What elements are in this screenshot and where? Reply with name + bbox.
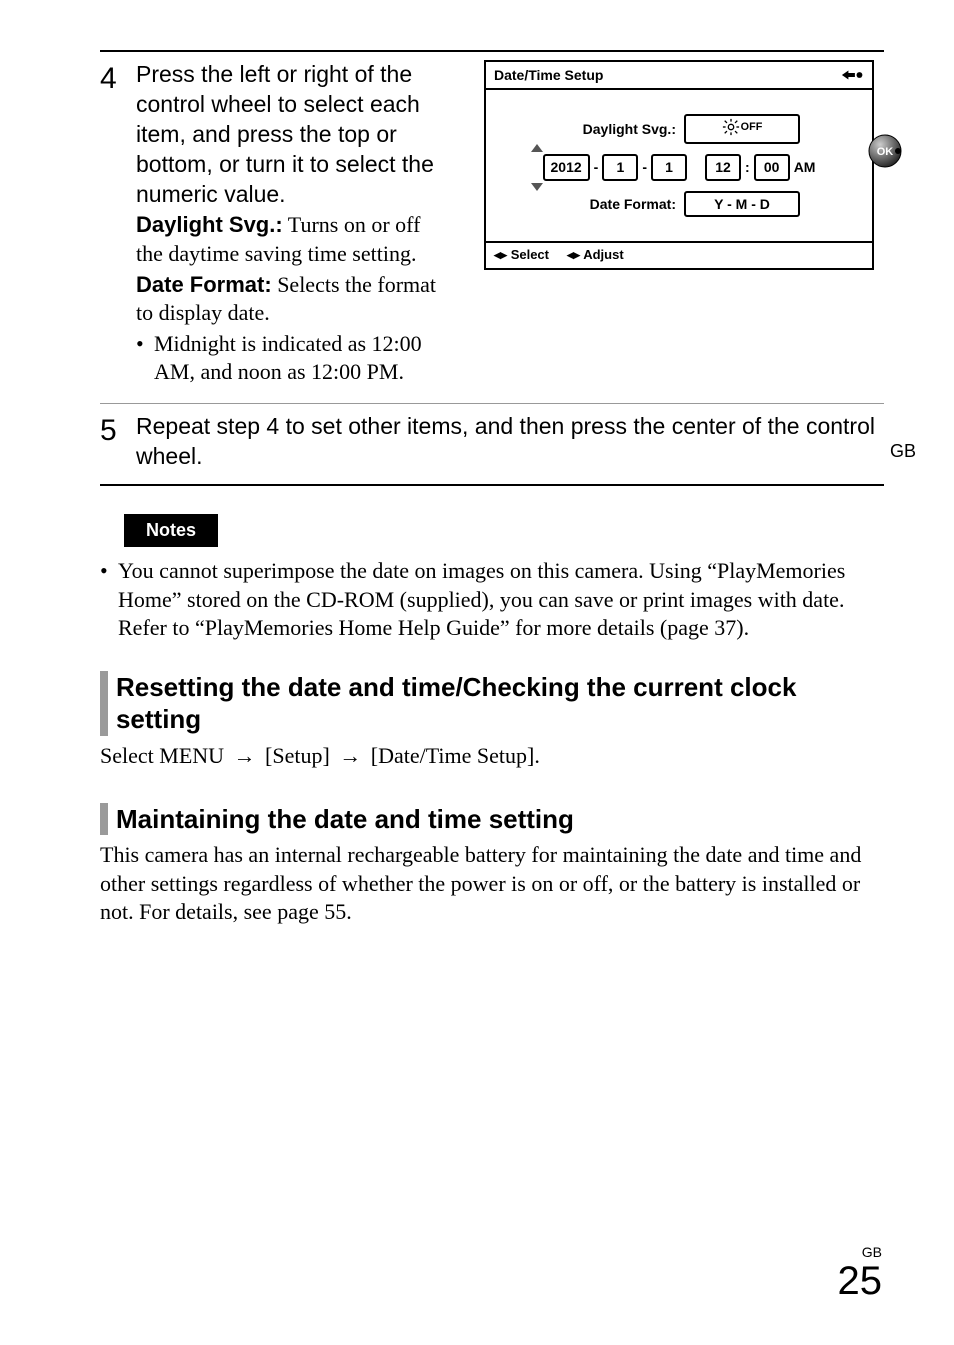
down-arrow-icon (531, 183, 543, 191)
reset-mid2: [Date/Time Setup]. (365, 743, 540, 768)
step4-text: Press the left or right of the control w… (136, 60, 458, 387)
heading-bar-icon (100, 803, 108, 836)
footer-gb: GB (838, 1245, 883, 1259)
arrow-icon: → (230, 743, 260, 768)
ampm-text: AM (792, 158, 818, 176)
step-number: 4 (100, 60, 136, 387)
minute-box: 00 (754, 154, 790, 180)
up-arrow-icon (531, 144, 543, 152)
select-text: Select (511, 247, 549, 262)
dst-value-text: OFF (741, 120, 763, 134)
back-icon (838, 67, 864, 83)
dst-row: Daylight Svg.: OFF (496, 114, 862, 144)
ud-arrow-icon: ◂▸ (567, 247, 580, 262)
heading-maintain: Maintaining the date and time setting (100, 803, 884, 836)
notes-heading: Notes (124, 514, 218, 547)
arrow-icon: → (335, 743, 365, 768)
adjust-text: Adjust (583, 247, 623, 262)
maintain-paragraph: This camera has an internal rechargeable… (100, 841, 884, 927)
rule (100, 484, 884, 486)
heading-maintain-text: Maintaining the date and time setting (116, 803, 574, 836)
step-4: 4 Press the left or right of the control… (100, 60, 884, 387)
screenshot-footer: ◂▸ Select ◂▸ Adjust (486, 241, 872, 268)
manual-page: 4 Press the left or right of the control… (0, 0, 954, 1345)
daylight-label: Daylight Svg.: (136, 212, 283, 237)
datetime-row: 2012 - 1 - 1 12 : 00 AM (496, 154, 862, 180)
reset-pre: Select MENU (100, 743, 230, 768)
format-row: Date Format: Y - M - D (496, 191, 862, 217)
step-divider (100, 403, 884, 404)
notes-section: Notes • You cannot superimpose the date … (100, 514, 884, 643)
step-5: 5 Repeat step 4 to set other items, and … (100, 412, 884, 472)
step-body: Press the left or right of the control w… (136, 60, 884, 387)
screenshot-titlebar: Date/Time Setup (486, 62, 872, 90)
top-rule (100, 50, 884, 52)
notes-item: • You cannot superimpose the date on ima… (100, 557, 884, 643)
select-hint: ◂▸ Select (494, 247, 549, 264)
dateformat-desc: Date Format: Selects the format to displ… (136, 271, 446, 328)
dst-label: Daylight Svg.: (556, 120, 682, 138)
page-number: 25 (838, 1261, 883, 1301)
page-footer: GB 25 (838, 1245, 883, 1301)
daylight-desc: Daylight Svg.: Turns on or off the dayti… (136, 211, 446, 268)
reset-paragraph: Select MENU → [Setup] → [Date/Time Setup… (100, 742, 884, 771)
step5-instruction: Repeat step 4 to set other items, and th… (136, 412, 884, 472)
dateformat-label: Date Format: (136, 272, 272, 297)
format-label: Date Format: (556, 195, 682, 213)
camera-screenshot: Date/Time Setup Daylight Svg.: (484, 60, 884, 270)
lr-arrow-icon: ◂▸ (494, 247, 507, 262)
month-box: 1 (602, 154, 638, 180)
ok-button-icon: OK (868, 134, 902, 168)
dst-value: OFF (684, 114, 800, 144)
reset-mid1: [Setup] (260, 743, 336, 768)
hour-box: 12 (705, 154, 741, 180)
notes-text: You cannot superimpose the date on image… (118, 557, 884, 643)
heading-reset: Resetting the date and time/Checking the… (100, 671, 884, 736)
heading-bar-icon (100, 671, 108, 736)
day-box: 1 (651, 154, 687, 180)
step4-instruction: Press the left or right of the control w… (136, 60, 446, 209)
step-number: 5 (100, 412, 136, 472)
adjust-hint: ◂▸ Adjust (567, 247, 624, 264)
midnight-note: • Midnight is indicated as 12:00 AM, and… (136, 330, 446, 387)
format-value: Y - M - D (684, 191, 800, 217)
language-badge: GB (890, 440, 916, 463)
year-box: 2012 (543, 154, 590, 180)
screenshot-title: Date/Time Setup (494, 66, 603, 84)
sun-off-icon: OFF (722, 118, 763, 136)
svg-text:OK: OK (877, 146, 894, 158)
midnight-text: Midnight is indicated as 12:00 AM, and n… (154, 330, 446, 387)
heading-reset-text: Resetting the date and time/Checking the… (116, 671, 884, 736)
